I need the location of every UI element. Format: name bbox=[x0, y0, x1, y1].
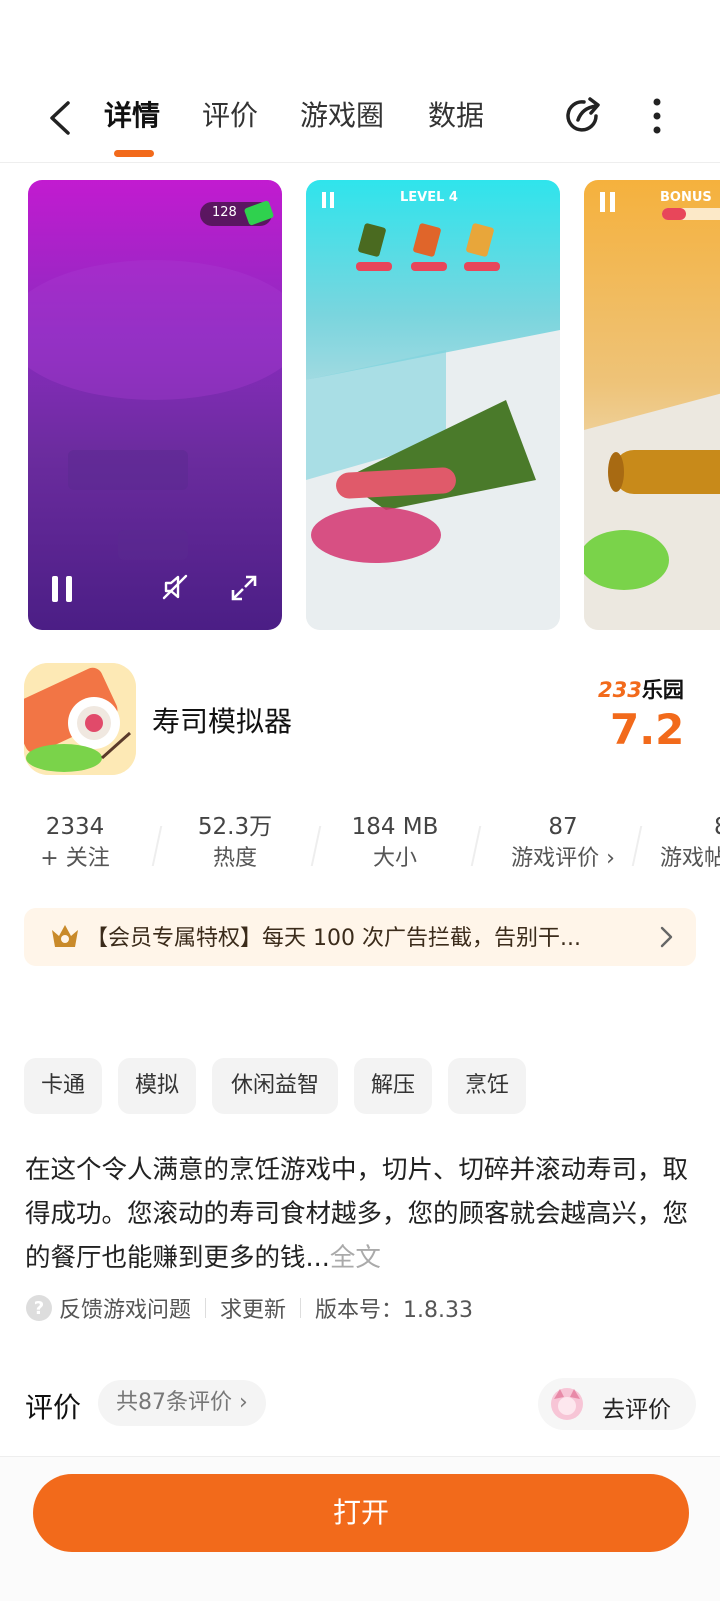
more-options-icon[interactable] bbox=[650, 96, 664, 136]
open-button[interactable]: 打开 bbox=[33, 1474, 689, 1552]
tab-game-circle[interactable]: 游戏圈 bbox=[300, 96, 384, 136]
screenshot-2[interactable]: LEVEL 4 bbox=[306, 180, 560, 630]
level-label: LEVEL 4 bbox=[400, 190, 458, 205]
gameplay-video[interactable]: 128 bbox=[28, 180, 282, 630]
share-icon[interactable] bbox=[562, 94, 606, 138]
version-number: 版本号：1.8.33 bbox=[315, 1298, 474, 1323]
stat-value: 87 bbox=[548, 814, 578, 840]
stat-divider bbox=[470, 826, 482, 866]
app-name: 寿司模拟器 bbox=[152, 705, 293, 738]
vip-banner-text: 【会员专属特权】每天 100 次广告拦截，告别干... bbox=[86, 926, 581, 951]
separator bbox=[205, 1298, 207, 1318]
stat-label: 游戏帖 bbox=[660, 846, 720, 871]
feedback-row: ? 反馈游戏问题 求更新 版本号：1.8.33 bbox=[25, 1292, 473, 1326]
sushi-roll-image bbox=[24, 663, 136, 775]
screenshot-3-scene bbox=[584, 192, 720, 630]
tag-simulation[interactable]: 模拟 bbox=[118, 1058, 196, 1114]
stat-value: 52.3万 bbox=[197, 814, 273, 840]
active-tab-indicator bbox=[114, 150, 154, 157]
svg-text:?: ? bbox=[34, 1298, 44, 1319]
pause-icon[interactable] bbox=[50, 574, 74, 604]
bonus-label: BONUS bbox=[660, 190, 712, 205]
fullscreen-icon[interactable] bbox=[230, 574, 258, 602]
tag-cooking[interactable]: 烹饪 bbox=[448, 1058, 526, 1114]
request-update-link[interactable]: 求更新 bbox=[220, 1298, 286, 1323]
stat-value: 184 MB bbox=[351, 814, 439, 840]
all-reviews-link[interactable]: 共87条评价 › bbox=[98, 1380, 266, 1426]
screenshot-3[interactable]: BONUS bbox=[584, 180, 720, 630]
separator bbox=[300, 1298, 302, 1318]
write-review-button[interactable]: 去评价 bbox=[538, 1378, 696, 1430]
vip-privilege-banner[interactable]: 【会员专属特权】每天 100 次广告拦截，告别干... bbox=[24, 908, 696, 966]
coin-count: 128 bbox=[212, 205, 237, 220]
top-nav-bar: 详情 评价 游戏圈 数据 bbox=[0, 80, 720, 163]
brand-number: 233 bbox=[598, 678, 642, 702]
expand-full-text-link[interactable]: 全文 bbox=[330, 1243, 381, 1273]
chevron-right-icon bbox=[660, 926, 673, 948]
platform-brand: 233乐园 bbox=[598, 674, 684, 704]
tab-details[interactable]: 详情 bbox=[104, 96, 160, 136]
coin-counter: 128 bbox=[200, 200, 275, 226]
stat-follow[interactable]: 2334 + 关注 bbox=[0, 812, 150, 876]
video-frame bbox=[28, 260, 282, 560]
tab-data[interactable]: 数据 bbox=[428, 96, 484, 136]
write-review-label: 去评价 bbox=[602, 1397, 671, 1423]
mute-icon[interactable] bbox=[160, 572, 190, 602]
brand-text: 乐园 bbox=[641, 678, 684, 702]
back-arrow-icon[interactable] bbox=[42, 98, 82, 138]
stat-game-reviews[interactable]: 87 游戏评价 › bbox=[488, 812, 638, 876]
reviews-section-title: 评价 bbox=[25, 1391, 82, 1424]
rating-score: 7.2 bbox=[610, 705, 685, 754]
stat-value: 8 bbox=[660, 812, 720, 842]
app-icon bbox=[24, 663, 136, 775]
stat-value: 2334 bbox=[45, 814, 105, 840]
stat-popularity: 52.3万 热度 bbox=[160, 812, 310, 876]
stat-size: 184 MB 大小 bbox=[320, 812, 470, 876]
avatar bbox=[551, 1388, 583, 1420]
game-description: 在这个令人满意的烹饪游戏中，切片、切碎并滚动寿司，取得成功。您滚动的寿司食材越多… bbox=[25, 1148, 697, 1280]
report-issue-link[interactable]: 反馈游戏问题 bbox=[59, 1298, 191, 1323]
tag-cartoon[interactable]: 卡通 bbox=[24, 1058, 102, 1114]
tab-reviews[interactable]: 评价 bbox=[202, 96, 258, 136]
stat-label: 游戏评价 › bbox=[511, 846, 615, 871]
crown-icon bbox=[52, 925, 78, 947]
tag-relaxing[interactable]: 解压 bbox=[354, 1058, 432, 1114]
tag-casual-puzzle[interactable]: 休闲益智 bbox=[212, 1058, 338, 1114]
follow-button[interactable]: + 关注 bbox=[0, 842, 150, 876]
help-question-icon: ? bbox=[26, 1295, 52, 1321]
stat-game-posts[interactable]: 8 游戏帖 bbox=[660, 812, 720, 876]
stat-label: 热度 bbox=[212, 846, 257, 871]
screenshot-2-scene bbox=[306, 192, 560, 630]
stat-label: 大小 bbox=[372, 846, 417, 871]
